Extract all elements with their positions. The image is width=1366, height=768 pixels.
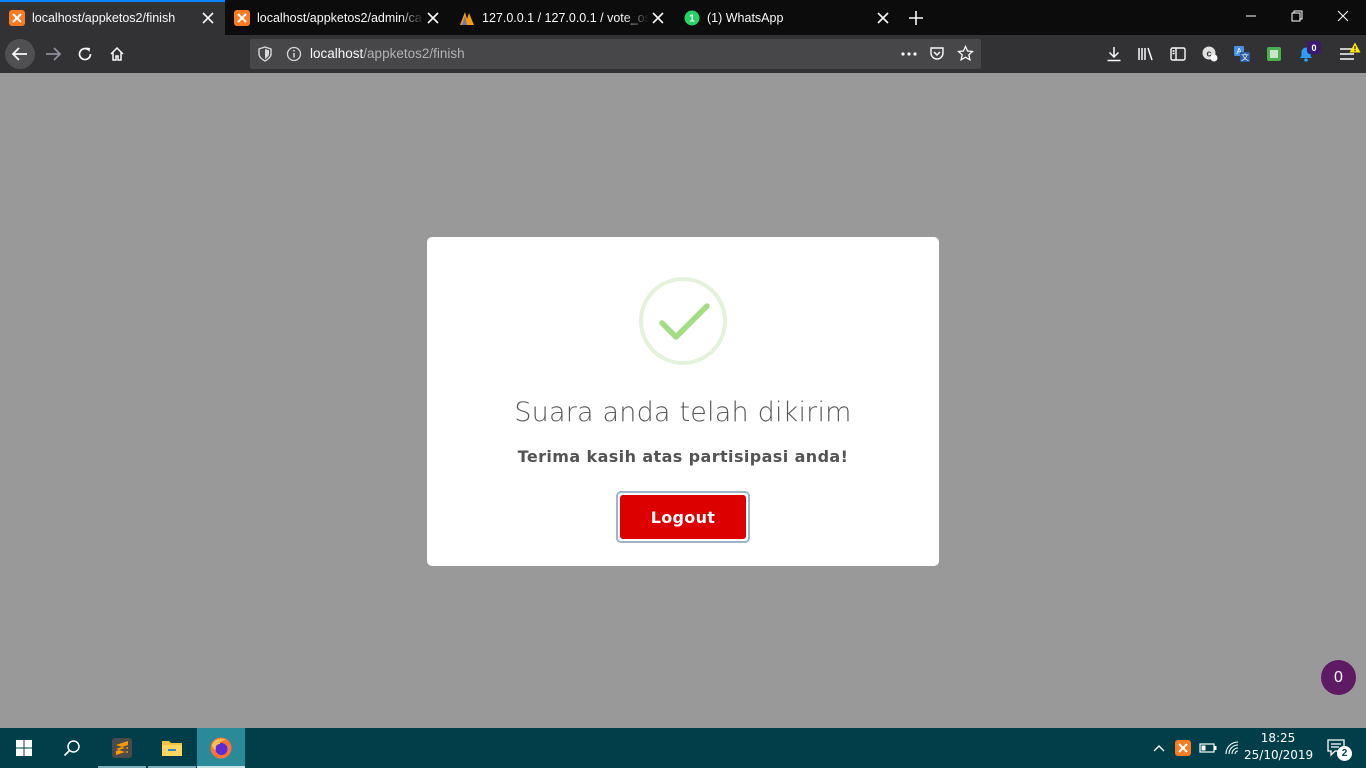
notification-extension-button[interactable]: 0 (1291, 39, 1321, 69)
firefox-taskbar-button[interactable] (197, 728, 245, 768)
modal-message: Terima kasih atas partisipasi anda! (517, 447, 849, 466)
home-button[interactable] (102, 39, 132, 69)
svg-text:1: 1 (689, 13, 695, 24)
sheets-extension-button[interactable] (1259, 39, 1289, 69)
tab-title: localhost/appketos2/admin/ca (257, 10, 422, 25)
plus-icon (909, 10, 923, 25)
sidebar-icon (1170, 47, 1186, 61)
counter-badge[interactable]: 0 (1321, 660, 1356, 695)
sidebar-button[interactable] (1163, 39, 1193, 69)
url-bar[interactable]: localhost/appketos2/finish (250, 39, 981, 69)
logout-button[interactable]: Logout (616, 491, 750, 543)
chevron-up-icon (1153, 745, 1165, 752)
sublime-text-taskbar-button[interactable] (98, 728, 146, 768)
phpmyadmin-icon (459, 10, 475, 26)
extension-badge: 0 (1307, 41, 1321, 54)
reload-icon (78, 47, 92, 61)
clock-date: 25/10/2019 (1244, 748, 1314, 762)
notification-count-badge: 2 (1337, 746, 1352, 761)
close-tab-icon[interactable] (874, 9, 892, 27)
download-icon (1107, 47, 1121, 62)
modal-title: Suara anda telah dikirim (514, 397, 852, 428)
tab-title: localhost/appketos2/finish (32, 10, 176, 25)
restore-icon (1291, 10, 1303, 22)
minimize-button[interactable] (1228, 0, 1274, 32)
xampp-icon (1175, 740, 1191, 756)
menu-button[interactable] (1332, 39, 1362, 69)
close-tab-icon[interactable] (424, 9, 442, 27)
clock-time: 18:25 (1260, 731, 1296, 745)
extension-c-icon: c (1202, 46, 1218, 62)
close-icon (1337, 10, 1349, 22)
xampp-tray-button[interactable] (1173, 728, 1193, 768)
action-center-button[interactable]: 2 (1320, 728, 1354, 768)
arrow-left-icon (11, 47, 27, 61)
tracking-shield-icon[interactable] (258, 46, 272, 67)
tab-finish[interactable]: localhost/appketos2/finish (0, 0, 225, 35)
folder-icon (162, 741, 182, 756)
close-window-button[interactable] (1320, 0, 1366, 32)
battery-icon (1199, 743, 1217, 753)
search-button[interactable] (48, 728, 96, 768)
translate-icon: A文 (1234, 46, 1250, 62)
page-viewport: Suara anda telah dikirim Terima kasih at… (0, 73, 1366, 728)
downloads-button[interactable] (1099, 39, 1129, 69)
library-icon (1138, 47, 1153, 61)
url-host: localhost (310, 46, 364, 61)
extension-c-button[interactable]: c (1195, 39, 1225, 69)
site-info-icon[interactable] (286, 46, 302, 67)
logout-button-label: Logout (620, 495, 746, 539)
translate-extension-button[interactable]: A文 (1227, 39, 1257, 69)
system-clock[interactable]: 18:25 25/10/2019 (1244, 730, 1314, 764)
file-explorer-taskbar-button[interactable] (148, 728, 196, 768)
pocket-icon[interactable] (929, 46, 945, 67)
xampp-icon (234, 9, 250, 26)
page-actions-icon[interactable] (900, 46, 918, 67)
firefox-icon (210, 737, 232, 759)
reload-button[interactable] (70, 39, 100, 69)
url-path: /appketos2/finish (363, 46, 465, 61)
wifi-icon (1225, 741, 1239, 755)
battery-tray-button[interactable] (1198, 728, 1218, 768)
tab-admin[interactable]: localhost/appketos2/admin/ca (225, 0, 450, 35)
success-check-icon (639, 277, 727, 365)
sheets-icon (1267, 47, 1281, 61)
navigation-toolbar: localhost/appketos2/finish c A文 0 (0, 35, 1366, 73)
minimize-icon (1246, 15, 1256, 17)
windows-taskbar: 18:25 25/10/2019 2 (0, 728, 1366, 768)
forward-button[interactable] (38, 39, 68, 69)
tab-title: (1) WhatsApp (707, 10, 784, 25)
search-icon (63, 740, 80, 757)
svg-text:文: 文 (1241, 52, 1249, 62)
restore-button[interactable] (1274, 0, 1320, 32)
url-text: localhost/appketos2/finish (310, 46, 465, 61)
bookmark-star-icon[interactable] (956, 44, 975, 67)
close-tab-icon[interactable] (199, 9, 217, 27)
whatsapp-icon: 1 (684, 10, 700, 26)
arrow-right-icon (46, 47, 62, 61)
new-tab-button[interactable] (900, 0, 932, 35)
sublime-text-icon (112, 738, 132, 758)
tab-strip: localhost/appketos2/finish localhost/app… (0, 0, 1366, 35)
tab-phpmyadmin[interactable]: 127.0.0.1 / 127.0.0.1 / vote_osis (450, 0, 675, 35)
close-tab-icon[interactable] (649, 9, 667, 27)
show-hidden-icons-button[interactable] (1150, 728, 1168, 768)
windows-logo-icon (16, 740, 32, 756)
home-icon (110, 46, 124, 61)
start-button[interactable] (0, 728, 48, 768)
tab-whatsapp[interactable]: 1 (1) WhatsApp (675, 0, 900, 35)
wifi-tray-button[interactable] (1222, 728, 1242, 768)
xampp-icon (9, 9, 25, 26)
success-modal: Suara anda telah dikirim Terima kasih at… (427, 237, 939, 566)
back-button[interactable] (5, 39, 35, 69)
warning-icon (1349, 40, 1361, 58)
library-button[interactable] (1131, 39, 1161, 69)
tab-title: 127.0.0.1 / 127.0.0.1 / vote_osis (482, 10, 649, 25)
